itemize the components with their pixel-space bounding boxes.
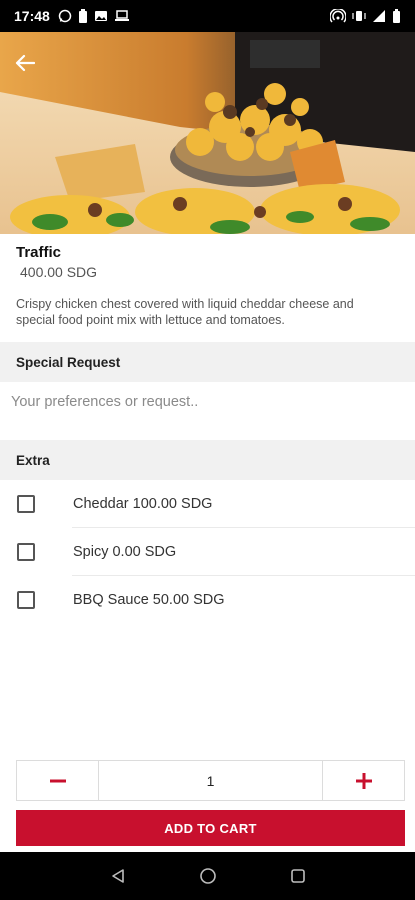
minus-icon <box>49 779 66 782</box>
item-description: Crispy chicken chest covered with liquid… <box>16 297 354 327</box>
back-triangle-icon <box>111 869 124 883</box>
add-to-cart-button[interactable]: ADD TO CART <box>16 810 405 846</box>
recents-square-icon <box>290 869 305 883</box>
extra-heading: Extra <box>0 440 415 480</box>
status-time: 17:48 <box>14 8 50 24</box>
quantity-stepper: 1 <box>16 760 405 801</box>
signal-icon <box>373 10 385 22</box>
item-price: 400.00 SDG <box>20 264 98 280</box>
checkbox[interactable] <box>17 543 35 561</box>
arrow-left-icon <box>15 54 35 72</box>
nav-back-button[interactable] <box>103 861 133 891</box>
system-nav-bar <box>0 852 415 900</box>
hotspot-icon <box>330 9 346 23</box>
home-circle-icon <box>199 868 216 884</box>
special-request-input[interactable] <box>0 382 415 422</box>
extra-option-cheddar[interactable]: Cheddar 100.00 SDG <box>0 480 415 528</box>
checkbox[interactable] <box>17 591 35 609</box>
system-icons <box>330 9 401 23</box>
image-icon <box>94 11 107 21</box>
nav-home-button[interactable] <box>193 861 223 891</box>
extra-option-spicy[interactable]: Spicy 0.00 SDG <box>0 528 415 576</box>
nav-recents-button[interactable] <box>283 861 313 891</box>
checkbox[interactable] <box>17 495 35 513</box>
decrease-quantity-button[interactable] <box>17 761 99 800</box>
status-bar: 17:48 <box>0 0 415 32</box>
food-photo <box>0 32 415 234</box>
back-button[interactable] <box>12 50 38 76</box>
quantity-value: 1 <box>206 772 215 789</box>
special-request-heading: Special Request <box>0 342 415 382</box>
item-details: Traffic 400.00 SDG Crispy chicken chest … <box>0 234 415 328</box>
increase-quantity-button[interactable] <box>322 761 404 800</box>
food-photo-illustration <box>0 32 415 234</box>
laptop-icon <box>114 10 129 21</box>
extra-option-label: Cheddar 100.00 SDG <box>73 496 213 512</box>
plus-icon <box>355 772 372 789</box>
vibrate-icon <box>352 11 366 21</box>
battery-icon <box>393 9 400 23</box>
notification-icons <box>58 9 130 23</box>
battery-icon <box>78 9 87 23</box>
extra-option-label: Spicy 0.00 SDG <box>73 544 177 560</box>
extra-options-list: Cheddar 100.00 SDG Spicy 0.00 SDG BBQ Sa… <box>0 480 415 624</box>
whatsapp-icon <box>58 9 72 23</box>
extra-option-label: BBQ Sauce 50.00 SDG <box>73 592 225 608</box>
item-title: Traffic <box>16 244 62 261</box>
extra-option-bbq-sauce[interactable]: BBQ Sauce 50.00 SDG <box>0 576 415 624</box>
